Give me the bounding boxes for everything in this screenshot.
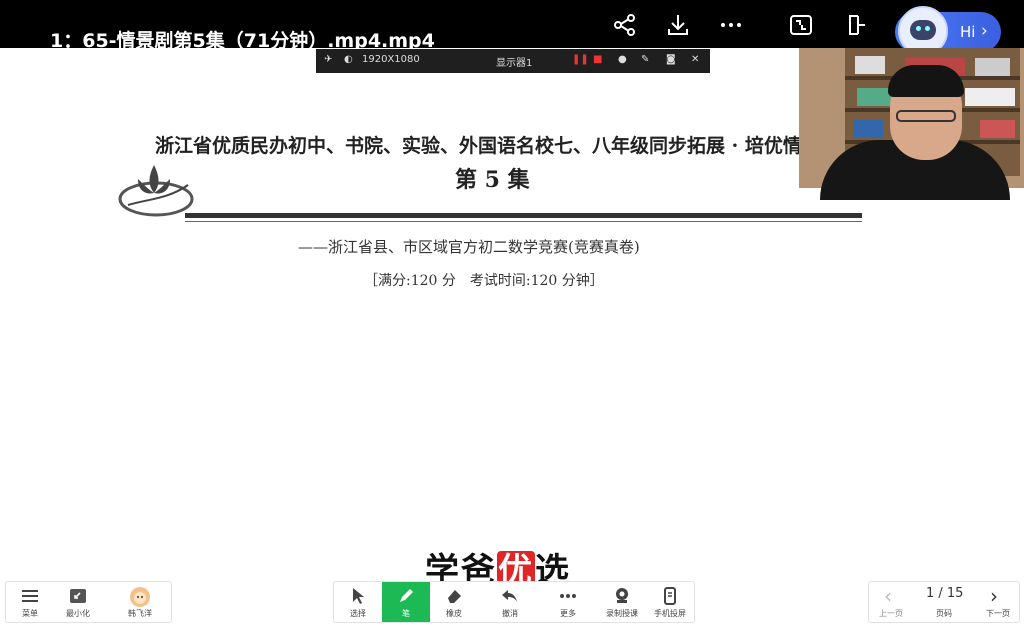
download-icon[interactable] [665, 12, 691, 38]
contrast-icon[interactable]: ◐ [344, 54, 353, 65]
resolution-label: 1920X1080 [362, 54, 420, 65]
pin-icon[interactable]: ✈ [324, 54, 332, 65]
undo-button[interactable]: 撤消 [486, 582, 534, 622]
page-number-label: 页码 [936, 609, 952, 618]
pen-icon[interactable]: ✎ [641, 54, 649, 65]
minimize-icon [54, 586, 102, 608]
stop-icon[interactable]: ■ [593, 54, 602, 65]
title-bar: 1：65-情景剧第5集（71分钟）.mp4.mp4 Hi › [0, 0, 1024, 56]
camera-icon[interactable]: ◙ [666, 54, 676, 65]
document-subtitle: ——浙江省县、市区域官方初二数学竞赛(竞赛真卷) [298, 238, 640, 256]
document-logo [118, 155, 194, 223]
next-page-label: 下一页 [986, 609, 1010, 618]
pen-tool[interactable]: 笔 [382, 582, 430, 622]
eraser-tool[interactable]: 橡皮 [430, 582, 478, 622]
more-icon[interactable] [718, 12, 744, 38]
more-tools-button[interactable]: 更多 [544, 582, 592, 622]
pen-icon [382, 586, 430, 608]
display-label[interactable]: 显示器1 [496, 54, 532, 69]
assistant-button[interactable]: Hi › [895, 6, 1001, 56]
minimize-button[interactable]: 最小化 [54, 582, 102, 622]
menu-button[interactable]: 菜单 [6, 582, 54, 622]
page-indicator[interactable]: 1 / 15 [926, 586, 963, 601]
avatar [116, 586, 164, 608]
magnifier-icon[interactable]: ● [618, 54, 627, 65]
cursor-icon [334, 586, 382, 608]
phone-cast-button[interactable]: 手机投屏 [646, 582, 694, 622]
pause-icon[interactable]: ❚❚ [572, 54, 589, 65]
chevron-right-icon[interactable]: › [990, 584, 998, 608]
popout-icon[interactable] [842, 12, 868, 38]
chevron-right-icon: › [981, 21, 988, 41]
episode-title: 第 5 集 [455, 167, 530, 193]
phone-cast-icon [646, 586, 694, 608]
eraser-icon [430, 586, 478, 608]
close-icon[interactable]: ✕ [691, 54, 699, 65]
prev-page-label: 上一页 [879, 609, 903, 618]
divider [185, 213, 862, 218]
document-header: 浙江省优质民办初中、书院、实验、外国语名校七、八年级同步拓展 · 培优情景剧首 [155, 135, 815, 157]
record-icon [598, 586, 646, 608]
select-tool[interactable]: 选择 [334, 582, 382, 622]
share-icon[interactable] [612, 12, 638, 38]
menu-icon [6, 586, 54, 608]
screen-share-toolbar: ✈ ◐ 1920X1080 显示器1 ❚❚ ■ ● ✎ ◙ ✕ [316, 49, 710, 73]
chevron-left-icon[interactable]: ‹ [884, 584, 892, 608]
glasses [896, 110, 956, 122]
screen-fit-icon[interactable] [788, 12, 814, 38]
more-icon [544, 586, 592, 608]
exam-meta: ［满分:120 分 考试时间:120 分钟］ [364, 273, 604, 289]
divider [185, 221, 862, 222]
assistant-label: Hi [960, 23, 976, 41]
bottom-left-toolbar: 菜单 最小化 韩飞洋 [5, 581, 172, 623]
record-lesson-button[interactable]: 录制授课 [598, 582, 646, 622]
undo-icon [486, 586, 534, 608]
user-profile-button[interactable]: 韩飞洋 [116, 582, 164, 622]
drawing-toolbar: 选择 笔 橡皮 撤消 更多 录制授课 手机投屏 [333, 581, 695, 623]
